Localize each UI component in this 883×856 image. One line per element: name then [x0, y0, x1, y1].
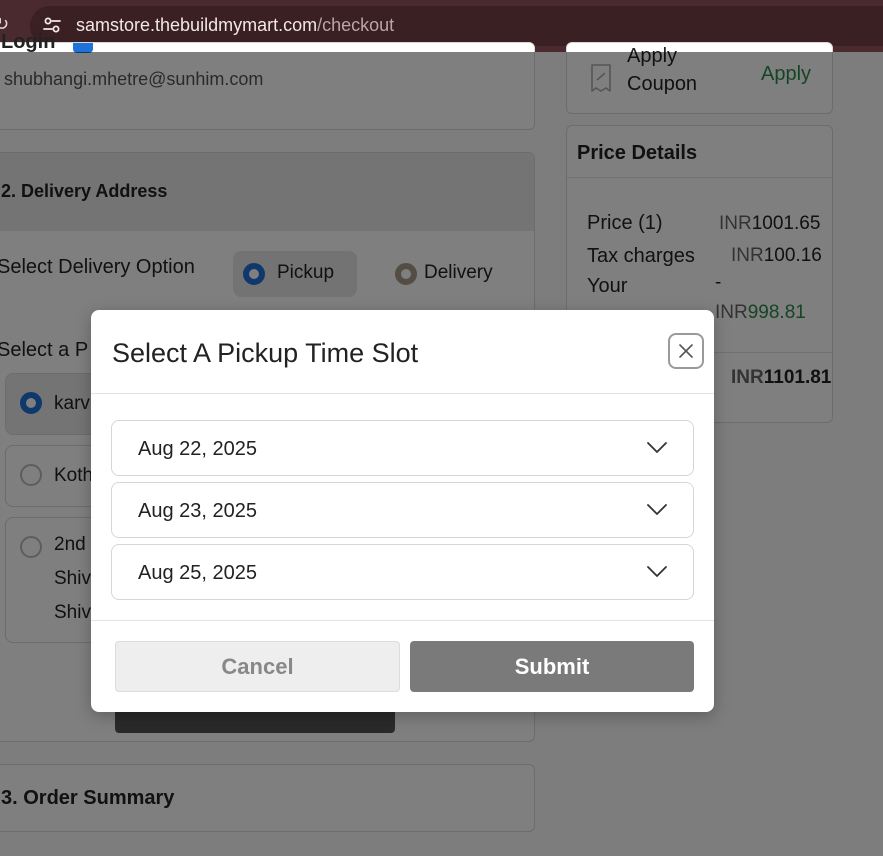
url-host: samstore.thebuildmymart.com — [76, 15, 318, 35]
modal-title: Select A Pickup Time Slot — [112, 338, 419, 368]
time-slot-dropdown[interactable]: Aug 23, 2025 — [111, 482, 694, 538]
slot-date: Aug 23, 2025 — [138, 500, 257, 522]
time-slot-dropdown[interactable]: Aug 22, 2025 — [111, 420, 694, 476]
divider — [91, 620, 714, 621]
submit-button[interactable]: Submit — [410, 641, 694, 692]
close-button[interactable] — [668, 333, 704, 369]
url-text[interactable]: samstore.thebuildmymart.com/checkout — [76, 15, 394, 36]
time-slot-dropdown[interactable]: Aug 25, 2025 — [111, 544, 694, 600]
chevron-down-icon — [647, 566, 667, 577]
chevron-down-icon — [647, 442, 667, 453]
close-icon — [679, 344, 693, 358]
slot-date: Aug 22, 2025 — [138, 438, 257, 460]
cancel-button[interactable]: Cancel — [115, 641, 400, 692]
divider — [91, 393, 714, 394]
pickup-time-slot-modal: Select A Pickup Time Slot Aug 22, 2025 A… — [91, 310, 714, 712]
login-title: Login — [1, 31, 56, 53]
chevron-down-icon — [647, 504, 667, 515]
url-path: /checkout — [317, 15, 395, 35]
slot-date: Aug 25, 2025 — [138, 562, 257, 584]
